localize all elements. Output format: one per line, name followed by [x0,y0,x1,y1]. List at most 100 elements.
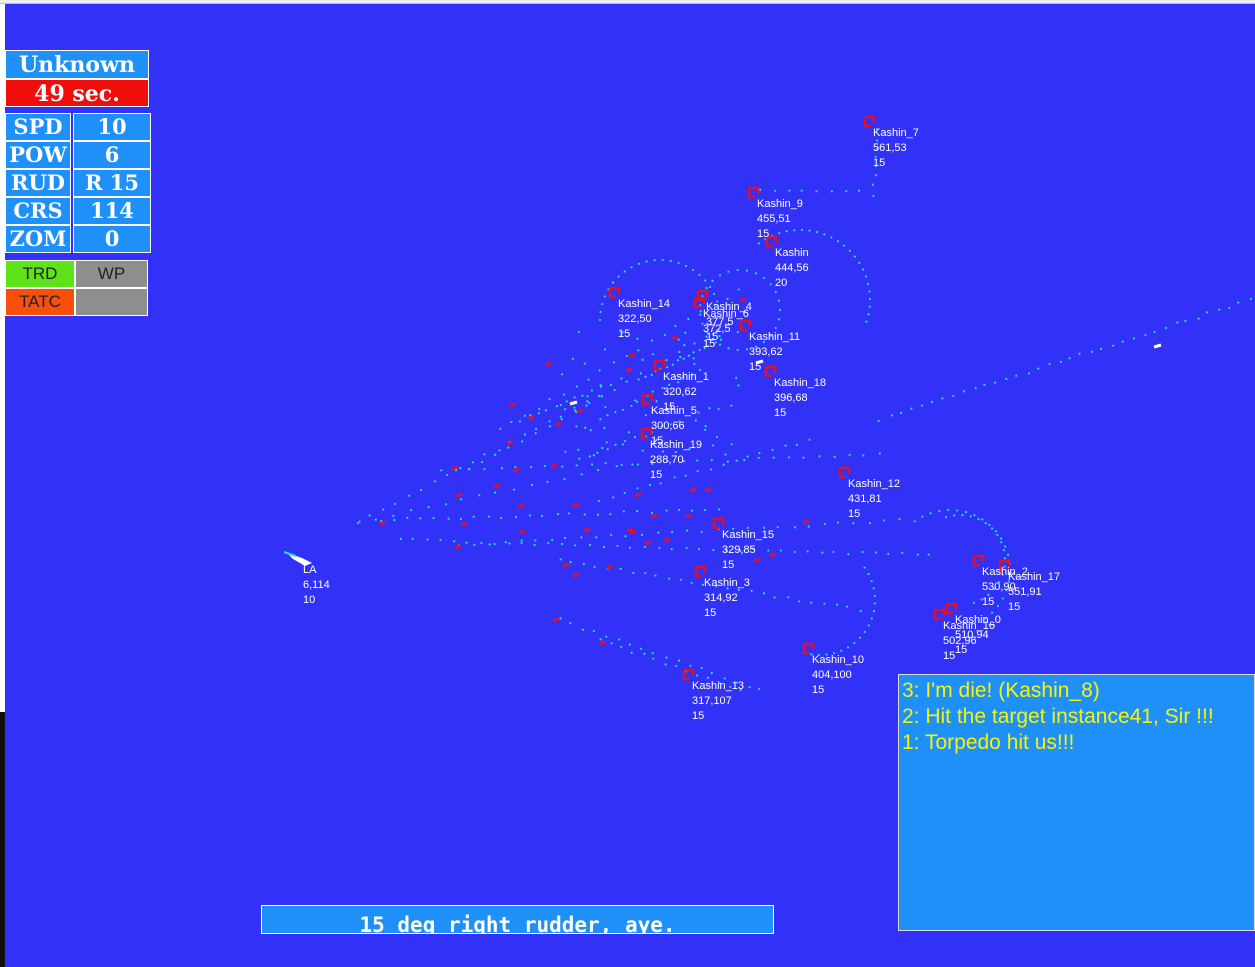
track-dot [604,462,607,465]
track-dot [628,546,631,549]
track-dot [614,410,617,414]
track-dot [807,525,810,528]
player-submarine[interactable]: LA 6,114 10 [283,551,330,606]
track-dot [613,388,616,392]
track-dot [1228,307,1231,310]
track-dot [523,433,527,436]
power-value[interactable]: 6 [73,141,151,169]
track-dot [793,550,796,554]
track-dot [677,659,681,662]
tatc-button[interactable]: TATC [5,288,75,316]
track-dot [603,348,607,351]
enemy-ship-marker[interactable] [972,554,985,567]
track-dot [689,664,692,667]
track-dot [833,455,836,459]
track-dot [853,641,856,645]
contact-name: Kashin_5 [651,405,697,417]
track-dot [408,494,411,497]
enemy-ship-marker[interactable] [933,608,946,621]
torpedo-marker [704,487,712,493]
track-dot [709,468,713,471]
course-value[interactable]: 114 [73,197,151,225]
track-dot [863,566,866,569]
track-dot [590,463,594,466]
enemy-ship-marker[interactable] [694,565,707,578]
speed-value[interactable]: 10 [73,113,151,141]
enemy-ship-marker[interactable] [712,517,725,530]
track-dot [467,467,470,471]
track-dot [736,268,739,272]
contact-speed: 15 [650,469,662,481]
track-dot [730,443,733,446]
rudder-value[interactable]: R 15 [73,169,151,197]
track-dot [556,512,560,516]
enemy-ship-marker[interactable] [802,642,815,655]
track-dot [737,384,740,387]
track-dot [847,553,850,556]
stat-row-zoom: ZOM 0 [5,225,151,253]
torpedo-marker [670,335,678,341]
track-dot [588,455,591,458]
track-dot [771,448,774,452]
track-dot [754,272,757,275]
track-dot [704,279,707,282]
contact-speed: 15 [722,559,734,571]
empty-mode-button[interactable] [75,288,148,316]
torpedo-marker [606,564,614,570]
ship-status-panel: SPD 10 POW 6 RUD R 15 CRS 114 ZOM 0 [5,113,151,253]
track-dot [409,509,413,512]
enemy-ship-marker[interactable] [863,115,876,128]
torpedo-marker [684,513,692,519]
torpedo-marker [599,640,607,646]
track-dot [655,400,658,403]
enemy-ship-marker[interactable] [739,319,752,332]
track-dot [1090,350,1093,353]
track-dot [500,467,504,470]
track-dot [537,412,540,415]
zoom-value[interactable]: 0 [73,225,151,253]
track-dot [710,671,713,675]
track-dot [664,663,667,666]
track-dot [563,393,566,396]
track-dot [695,674,699,677]
torpedo-marker [572,502,580,508]
track-dot [465,541,468,544]
track-dot [560,373,564,376]
track-dot [559,415,562,418]
track-dot [836,240,840,243]
track-dot [631,463,634,466]
track-dot [693,362,696,366]
track-dot [543,464,547,468]
track-dot [1165,326,1168,330]
wp-button[interactable]: WP [75,260,148,288]
enemy-ship-marker[interactable] [747,186,760,199]
track-dot [736,330,739,334]
trd-button[interactable]: TRD [5,260,75,288]
track-dot [718,508,721,511]
track-dot [620,645,623,649]
track-dot [439,538,442,542]
track-dot [616,544,619,548]
track-dot [864,275,868,278]
track-dot [615,465,618,468]
track-dot [559,617,562,620]
contact-name: Kashin_18 [774,377,826,389]
track-dot [507,446,510,449]
track-dot [800,228,804,232]
enemy-ship-marker[interactable] [838,466,851,479]
enemy-ship-marker[interactable] [945,602,958,615]
track-dot [788,189,791,192]
track-dot [684,264,688,268]
torpedo-marker [576,408,584,414]
contact-position: 431,81 [848,493,882,505]
message-line: 1: Torpedo hit us!!! [902,731,1075,754]
enemy-ship-marker[interactable] [764,365,777,378]
track-dot [399,537,402,541]
track-dot [859,610,862,613]
track-dot [534,427,538,430]
track-dot [962,390,966,393]
enemy-ship-marker[interactable] [608,286,621,299]
rudder-label: RUD [5,169,71,197]
track-dot [735,376,738,379]
track-dots-layer [356,127,1252,692]
